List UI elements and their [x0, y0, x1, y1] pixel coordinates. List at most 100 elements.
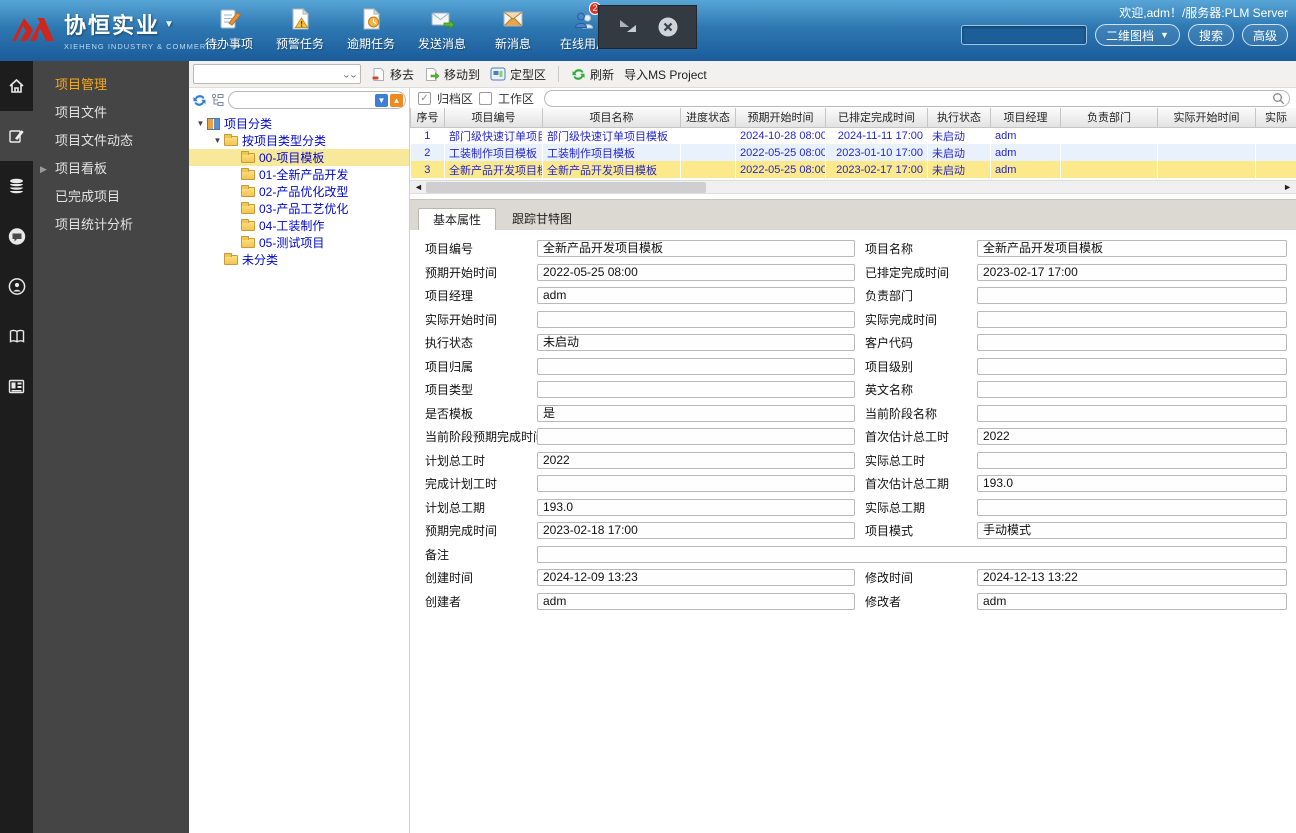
search-prev-button[interactable]: ▲ [390, 93, 403, 107]
tree-refresh-icon[interactable] [192, 93, 207, 108]
collapse-triangles-icon[interactable] [616, 16, 640, 38]
field-input[interactable]: 未启动 [537, 334, 855, 352]
field-input[interactable] [537, 357, 855, 375]
import-ms-project-button[interactable]: 导入MS Project [624, 66, 707, 83]
field-input[interactable] [537, 381, 855, 399]
close-icon[interactable] [656, 15, 680, 39]
nav-send-message[interactable]: 发送消息 [413, 6, 471, 52]
tree-item[interactable]: 05-测试项目 [189, 234, 409, 251]
logo-caret-icon[interactable]: ▼ [164, 19, 176, 30]
rail-projects[interactable] [0, 111, 33, 161]
column-header[interactable]: 项目经理 [990, 108, 1061, 128]
rail-library[interactable] [0, 311, 33, 361]
nav-new-message[interactable]: 新消息 [484, 6, 542, 52]
field-input[interactable] [537, 428, 855, 446]
tree-item[interactable]: ▼ 项目分类 [189, 115, 409, 132]
field-input[interactable]: adm [977, 592, 1287, 610]
horizontal-scrollbar[interactable]: ◄ ► [410, 180, 1296, 194]
detail-tab[interactable]: 基本属性 [418, 208, 497, 231]
field-input[interactable]: 193.0 [977, 475, 1287, 493]
tree-item[interactable]: 00-项目模板 [189, 149, 409, 166]
column-header[interactable]: 已排定完成时间 [825, 108, 928, 128]
logo[interactable]: 协恒实业 ▼ XIEHENG INDUSTRY & COMMERCE [10, 8, 219, 51]
column-header[interactable]: 项目名称 [542, 108, 681, 128]
scroll-left-arrow[interactable]: ◄ [414, 182, 423, 192]
field-input[interactable]: 全新产品开发项目模板 [977, 240, 1287, 258]
sidebar-menu-item[interactable]: 项目文件动态 [33, 127, 189, 155]
field-input[interactable] [977, 404, 1287, 422]
table-row[interactable]: 1 部门级快速订单项目... 部门级快速订单项目模板 2024-10-28 08… [411, 127, 1296, 144]
field-input[interactable] [977, 334, 1287, 352]
column-header[interactable]: 项目编号 [444, 108, 543, 128]
sidebar-menu-item[interactable]: 项目文件 [33, 99, 189, 127]
tree-expand-arrow[interactable]: ▼ [194, 119, 207, 128]
field-input[interactable]: 手动模式 [977, 522, 1287, 540]
field-input[interactable]: 2022 [977, 428, 1287, 446]
rail-data[interactable] [0, 161, 33, 211]
move-to-button[interactable]: 移动到 [424, 66, 480, 83]
field-input[interactable]: 全新产品开发项目模板 [537, 240, 855, 258]
field-input[interactable] [977, 310, 1287, 328]
nav-todo[interactable]: 待办事项 [200, 6, 258, 52]
sidebar-menu-item[interactable]: 已完成项目 [33, 183, 189, 211]
project-filter-input[interactable] [544, 89, 1290, 107]
field-input[interactable]: 2024-12-13 13:22 [977, 569, 1287, 587]
scrollbar-thumb[interactable] [426, 182, 706, 193]
view-combobox[interactable]: ⌄⌄ [193, 64, 361, 84]
field-input[interactable]: 193.0 [537, 498, 855, 516]
field-input[interactable] [977, 381, 1287, 399]
field-input[interactable]: adm [537, 287, 855, 305]
column-header[interactable]: 负责部门 [1060, 108, 1158, 128]
column-header[interactable]: 实际 [1255, 108, 1296, 128]
field-input[interactable] [537, 310, 855, 328]
column-header[interactable]: 预期开始时间 [735, 108, 826, 128]
field-input[interactable] [977, 357, 1287, 375]
field-input[interactable] [977, 451, 1287, 469]
remove-button[interactable]: 移去 [371, 66, 414, 83]
field-input[interactable]: adm [537, 592, 855, 610]
tree-item[interactable]: 03-产品工艺优化 [189, 200, 409, 217]
detail-tab[interactable]: 跟踪甘特图 [498, 208, 586, 231]
tree-item[interactable]: 01-全新产品开发 [189, 166, 409, 183]
field-input[interactable] [977, 498, 1287, 516]
advanced-search-button[interactable]: 高级 [1241, 24, 1288, 46]
workspace-checkbox[interactable] [479, 91, 493, 105]
sidebar-menu-item[interactable]: 项目管理 [33, 71, 189, 99]
tree-search-input[interactable]: ▼ ▲ [228, 91, 406, 109]
search-button[interactable]: 搜索 [1187, 24, 1234, 46]
column-header[interactable]: 实际开始时间 [1157, 108, 1256, 128]
scroll-right-arrow[interactable]: ► [1283, 182, 1292, 192]
field-input[interactable]: 2022 [537, 451, 855, 469]
nav-warning-tasks[interactable]: 预警任务 [271, 6, 329, 52]
search-next-button[interactable]: ▼ [375, 93, 388, 107]
rail-messages[interactable] [0, 211, 33, 261]
rail-dashboard[interactable] [0, 361, 33, 411]
note-input[interactable] [537, 545, 1287, 563]
column-header[interactable]: 进度状态 [680, 108, 736, 128]
field-input[interactable]: 是 [537, 404, 855, 422]
field-input[interactable]: 2023-02-17 17:00 [977, 263, 1287, 281]
field-input[interactable] [537, 475, 855, 493]
field-input[interactable]: 2022-05-25 08:00 [537, 263, 855, 281]
archive-checkbox[interactable]: ✓ [418, 91, 431, 105]
search-category-dropdown[interactable]: 二维图档 ▼ [1095, 24, 1180, 46]
field-input[interactable]: 2023-02-18 17:00 [537, 522, 855, 540]
refresh-button[interactable]: 刷新 [571, 66, 614, 83]
org-structure-icon[interactable] [210, 93, 225, 107]
rail-home[interactable] [0, 61, 33, 111]
rail-broadcast[interactable] [0, 261, 33, 311]
field-input[interactable] [977, 287, 1287, 305]
nav-overdue-tasks[interactable]: 逾期任务 [342, 6, 400, 52]
tree-item[interactable]: 02-产品优化改型 [189, 183, 409, 200]
sidebar-menu-item[interactable]: ▶ 项目看板 [33, 155, 189, 183]
column-header[interactable]: 序号 [410, 108, 445, 128]
column-header[interactable]: 执行状态 [927, 108, 991, 128]
table-row[interactable]: 3 全新产品开发项目模... 全新产品开发项目模板 2022-05-25 08:… [410, 161, 1296, 178]
tree-item[interactable]: 04-工装制作 [189, 217, 409, 234]
sidebar-menu-item[interactable]: 项目统计分析 [33, 211, 189, 239]
header-search-input[interactable] [961, 25, 1088, 45]
table-row[interactable]: 2 工装制作项目模板 工装制作项目模板 2022-05-25 08:00 202… [410, 144, 1296, 161]
field-input[interactable]: 2024-12-09 13:23 [537, 569, 855, 587]
tree-item[interactable]: 未分类 [189, 251, 409, 268]
tree-item[interactable]: ▼ 按项目类型分类 [189, 132, 409, 149]
